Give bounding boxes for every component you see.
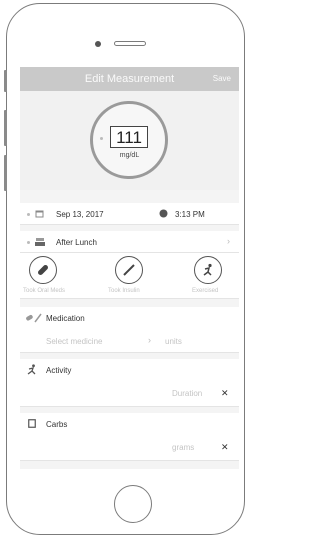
date-label[interactable]: Sep 13, 2017 bbox=[56, 210, 104, 219]
home-button[interactable] bbox=[114, 485, 152, 523]
activity-inputs: Duration ✕ bbox=[20, 381, 239, 407]
oral-meds-label: Took Oral Meds bbox=[23, 288, 66, 294]
oral-meds-button[interactable] bbox=[29, 256, 57, 284]
datetime-row[interactable]: Sep 13, 2017 3:13 PM bbox=[20, 203, 239, 225]
grams-input[interactable]: grams bbox=[172, 443, 194, 452]
glucose-unit-label: mg/dL bbox=[119, 152, 140, 159]
row-bullet bbox=[27, 241, 30, 244]
page-title: Edit Measurement bbox=[84, 73, 175, 85]
medication-inputs: Select medicine › units bbox=[20, 329, 239, 353]
chevron-right-icon: › bbox=[148, 335, 151, 345]
volume-up-button bbox=[4, 110, 7, 146]
activity-title: Activity bbox=[46, 366, 72, 375]
clear-carbs-icon[interactable]: ✕ bbox=[221, 442, 229, 453]
ring-dot bbox=[100, 137, 103, 140]
row-bullet bbox=[27, 213, 30, 216]
duration-input[interactable]: Duration bbox=[172, 389, 202, 398]
carbs-inputs: grams ✕ bbox=[20, 435, 239, 461]
carbs-header: Carbs bbox=[20, 413, 239, 435]
running-icon bbox=[203, 263, 212, 276]
pill-icon bbox=[38, 265, 48, 275]
insulin-button[interactable] bbox=[115, 256, 143, 284]
time-label[interactable]: 3:13 PM bbox=[175, 210, 205, 219]
running-icon bbox=[27, 364, 36, 375]
medicine-select[interactable]: Select medicine bbox=[46, 337, 102, 346]
meal-label: After Lunch bbox=[56, 238, 97, 247]
volume-down-button bbox=[4, 155, 7, 191]
exercised-label: Exercised bbox=[192, 288, 219, 294]
navigation-bar: Edit Measurement Save bbox=[20, 67, 239, 91]
camera bbox=[95, 41, 101, 47]
medication-header: Medication bbox=[20, 307, 239, 329]
speaker bbox=[114, 41, 146, 46]
medication-title: Medication bbox=[46, 314, 85, 323]
app-screen: Edit Measurement Save 111 mg/dL Sep 13, … bbox=[20, 67, 239, 469]
glucose-value-input[interactable]: 111 bbox=[110, 126, 148, 148]
chevron-right-icon: › bbox=[227, 236, 230, 246]
activity-header: Activity bbox=[20, 359, 239, 381]
carbs-title: Carbs bbox=[46, 420, 68, 429]
insulin-label: Took Insulin bbox=[108, 288, 140, 294]
actions-row: Took Oral Meds Took Insulin Exercised bbox=[20, 253, 239, 299]
meal-icon bbox=[35, 238, 45, 246]
mute-switch bbox=[4, 70, 7, 92]
exercised-button[interactable] bbox=[194, 256, 222, 284]
clear-activity-icon[interactable]: ✕ bbox=[221, 388, 229, 399]
measurement-gauge-area: 111 mg/dL bbox=[20, 91, 239, 190]
meal-row[interactable]: After Lunch › bbox=[20, 231, 239, 253]
save-button[interactable]: Save bbox=[213, 74, 231, 83]
syringe-icon bbox=[123, 264, 135, 276]
carbs-icon bbox=[28, 419, 36, 428]
calendar-icon bbox=[35, 210, 44, 218]
medication-icon bbox=[26, 313, 42, 323]
clock-icon bbox=[159, 209, 168, 218]
units-input[interactable]: units bbox=[165, 337, 182, 346]
